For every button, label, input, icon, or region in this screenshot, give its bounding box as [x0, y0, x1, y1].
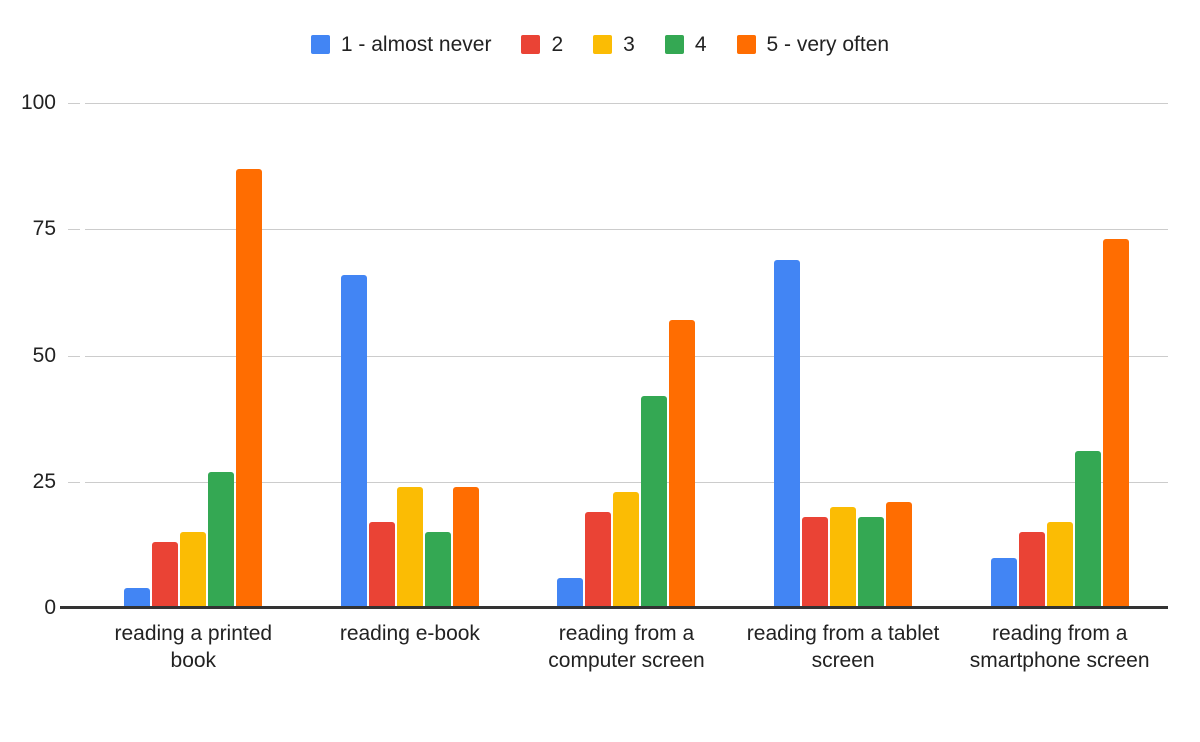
x-axis-category-label: reading e-book	[339, 622, 480, 645]
bar[interactable]	[236, 168, 263, 608]
x-axis-category-label: reading from a smartphone screen	[969, 622, 1150, 672]
bar-group	[518, 103, 735, 608]
bar-groups	[85, 103, 1168, 608]
plot-area: 0 25 50 75 100	[21, 92, 1168, 618]
bar[interactable]	[124, 587, 151, 608]
bar-group-bars	[302, 103, 519, 608]
legend-item[interactable]: 3	[593, 34, 635, 55]
legend-item[interactable]: 1 - almost never	[310, 33, 492, 56]
bar[interactable]	[208, 471, 235, 608]
bar-group-bars	[951, 103, 1168, 608]
bar[interactable]	[180, 532, 207, 608]
bar[interactable]	[641, 395, 668, 608]
x-axis-baseline	[60, 606, 1168, 609]
legend-label: 1 - almost never	[340, 33, 492, 56]
bar[interactable]	[368, 522, 395, 608]
bar[interactable]	[396, 486, 423, 608]
y-tick-mark	[68, 103, 80, 104]
y-tick-mark	[68, 229, 80, 231]
bar-group-bars	[735, 103, 952, 608]
legend-item[interactable]: 5 - very often	[736, 33, 890, 56]
bar[interactable]	[886, 501, 913, 608]
bar-group	[302, 103, 519, 608]
x-axis-labels: reading a printed book reading e-book read…	[85, 620, 1168, 674]
legend-label: 4	[694, 33, 707, 56]
bar-group	[85, 103, 302, 608]
y-tick-label: 75	[32, 217, 56, 241]
y-tick-label: 100	[20, 91, 56, 114]
bar[interactable]	[1018, 532, 1045, 608]
bar-group-bars	[518, 103, 735, 608]
legend-label: 3	[623, 33, 635, 56]
bar-group	[951, 103, 1168, 608]
bar[interactable]	[1074, 451, 1101, 608]
x-axis-category-label: reading a printed book	[114, 622, 273, 672]
bar[interactable]	[990, 557, 1017, 608]
bar-group-bars	[85, 103, 302, 608]
legend-label: 5 - very often	[766, 33, 890, 56]
bar[interactable]	[1102, 239, 1129, 608]
bar[interactable]	[669, 320, 696, 608]
bar[interactable]	[858, 517, 885, 608]
y-tick-label: 50	[32, 343, 56, 367]
bar[interactable]	[452, 486, 479, 608]
x-axis-category-label: reading from a computer screen	[548, 622, 705, 672]
y-tick-label: 25	[32, 469, 56, 493]
y-tick-mark	[68, 481, 80, 483]
x-axis-category-label: reading from a tablet screen	[746, 622, 940, 672]
legend-label: 2	[551, 33, 564, 56]
bar[interactable]	[1046, 522, 1073, 608]
legend-item[interactable]: 4	[664, 33, 707, 56]
legend-swatch-icon	[736, 35, 756, 54]
legend-swatch-icon	[664, 35, 684, 54]
bar[interactable]	[830, 507, 857, 608]
bar-chart: 1 - almost never 2 3 4 5 - very often 0 25 50 7…	[0, 0, 1200, 742]
bar[interactable]	[340, 274, 367, 608]
legend-swatch-icon	[521, 35, 541, 54]
legend-swatch-icon	[593, 35, 613, 54]
bar[interactable]	[613, 491, 640, 608]
bar[interactable]	[774, 259, 801, 608]
bar[interactable]	[152, 542, 179, 608]
chart-legend: 1 - almost never 2 3 4 5 - very often	[0, 34, 1200, 55]
y-tick-mark	[68, 355, 80, 357]
y-tick-label: 0	[44, 596, 56, 619]
bar[interactable]	[585, 512, 612, 608]
bar[interactable]	[802, 517, 829, 608]
bar[interactable]	[424, 532, 451, 608]
bar-group	[735, 103, 952, 608]
legend-swatch-icon	[310, 35, 330, 54]
legend-item[interactable]: 2	[521, 34, 563, 55]
bar[interactable]	[557, 577, 584, 608]
